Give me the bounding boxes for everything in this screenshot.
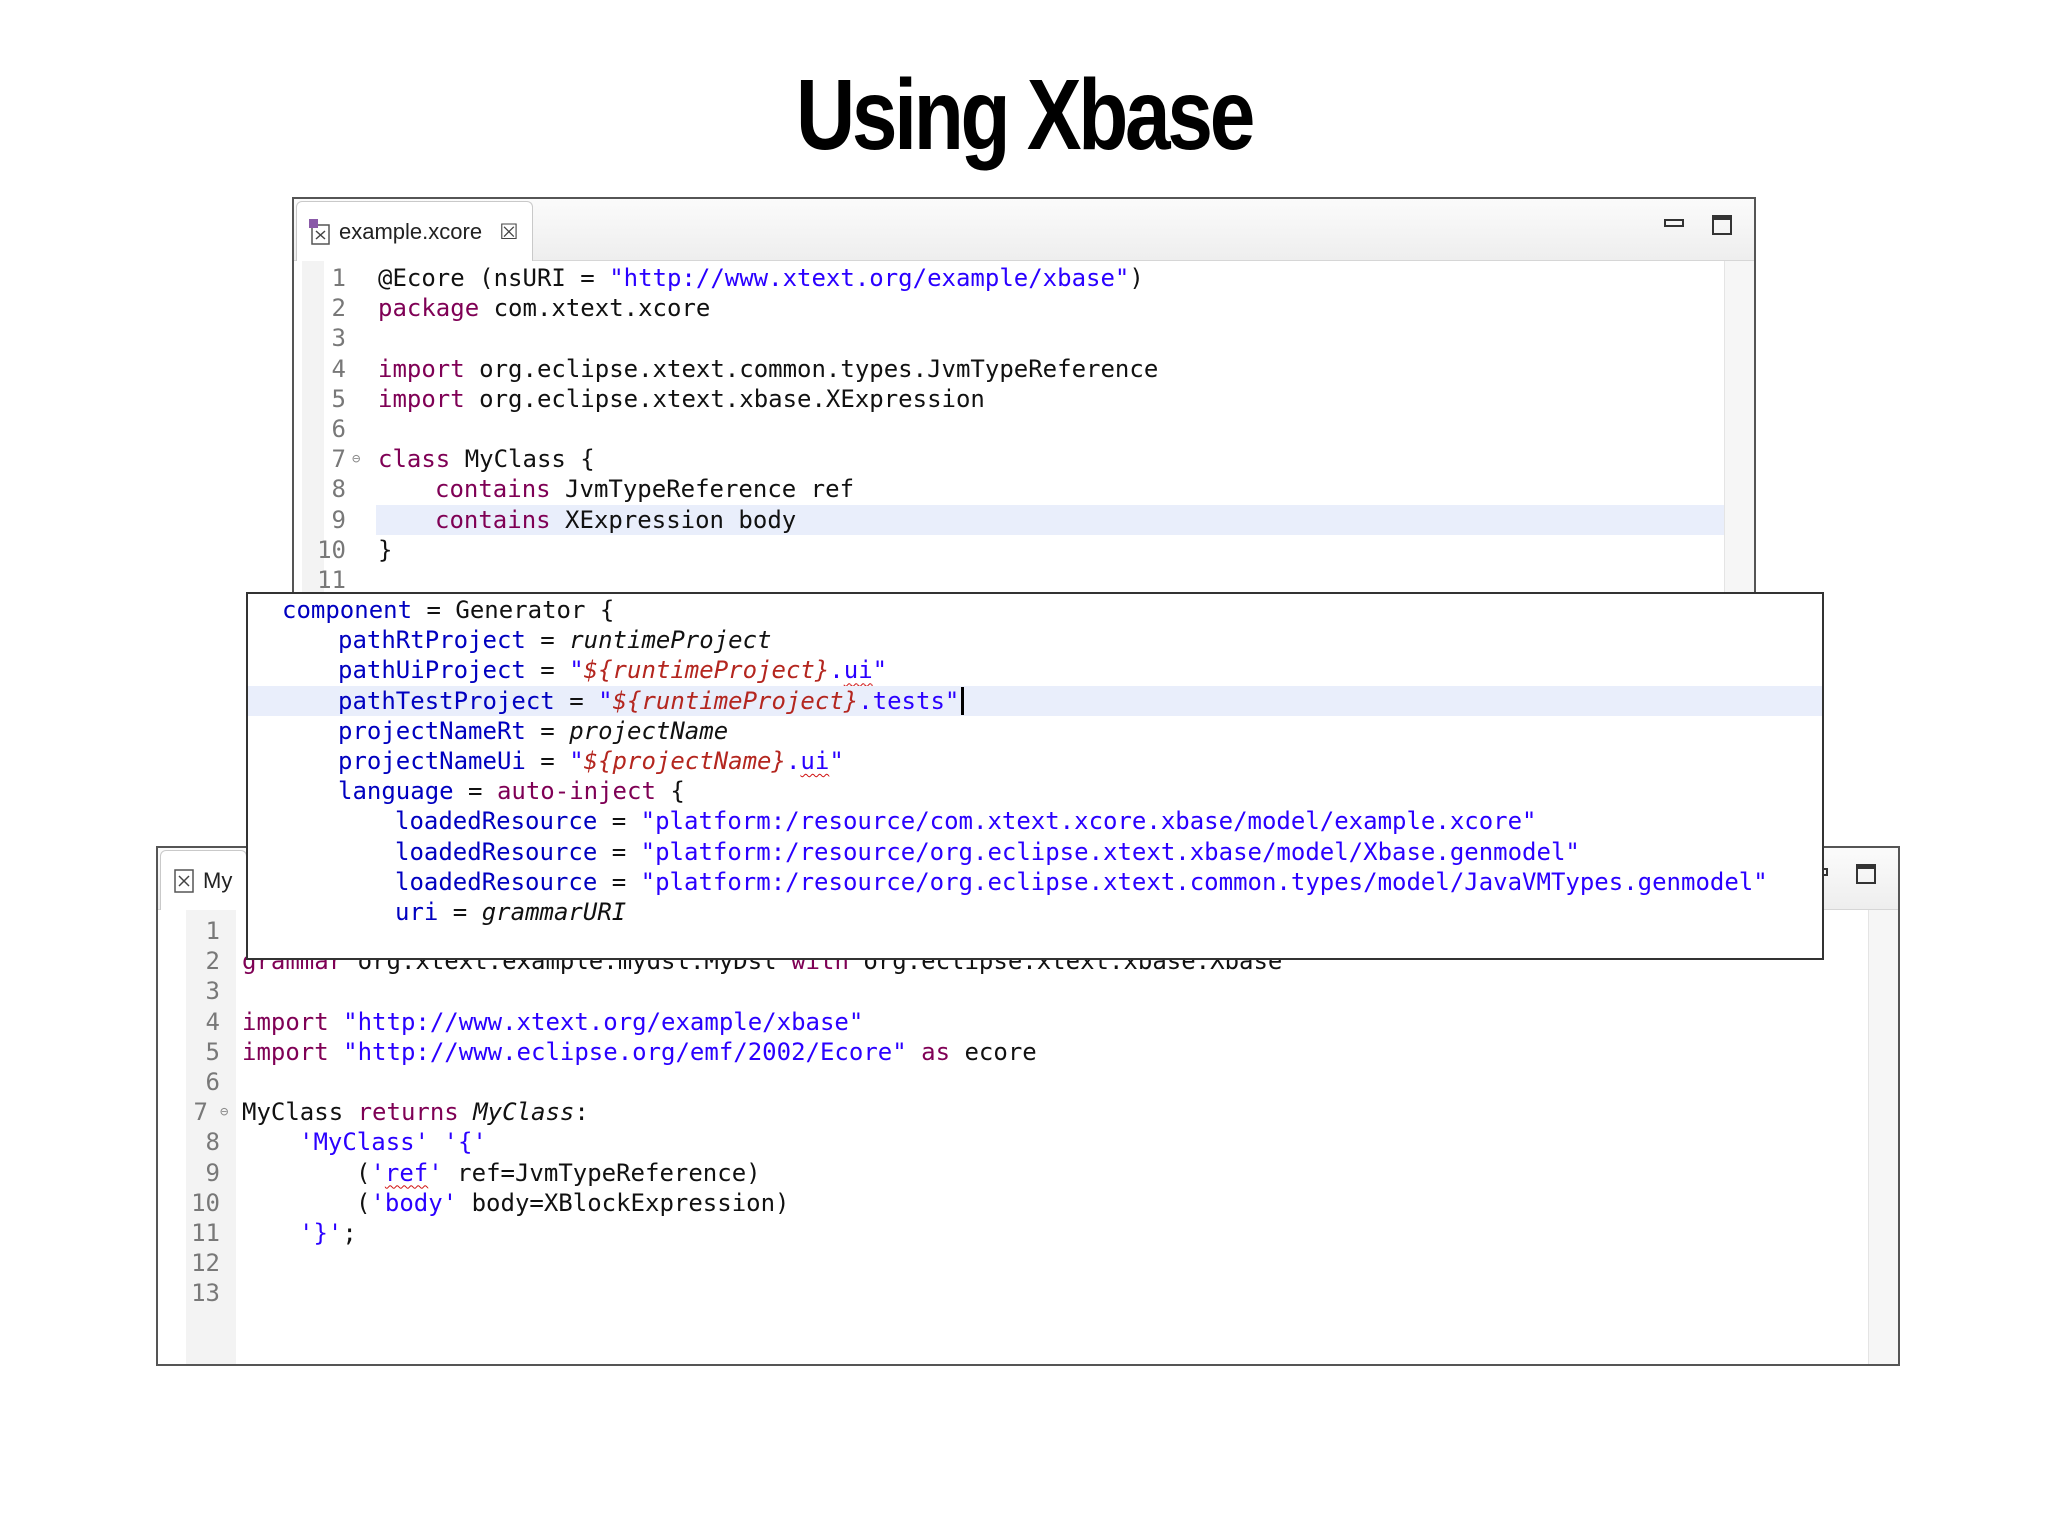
code-line: loadedResource = "platform:/resource/org… [395,837,1580,866]
line-number: 9 [331,505,346,534]
slide-title: Using Xbase [795,59,1255,171]
line-number: 5 [205,1037,220,1066]
line-number: 8 [205,1128,220,1157]
mwe-workflow-editor[interactable]: component = Generator { pathRtProject = … [246,592,1824,960]
code-line: 1 @Ecore (nsURI = "http://www.xtext.org/e… [294,263,1724,293]
spelling-warning: ui [843,656,873,685]
line-number: 1 [205,917,220,945]
line-number: 5 [331,384,346,413]
code-line: 8 contains JvmTypeReference ref [294,474,1724,504]
close-icon[interactable]: ⮽ [500,220,518,243]
line-number: 3 [205,977,220,1006]
code-line: 2 package com.xtext.xcore [294,293,1724,323]
code-line: 13 [158,1278,1868,1308]
xcore-file-icon [309,218,331,245]
tab-example-xcore[interactable]: example.xcore ⮽ [296,201,533,261]
code-line: 11 [294,565,1724,595]
code-line: loadedResource = "platform:/resource/org… [395,867,1768,896]
fold-collapse-icon[interactable]: ⊖ [352,444,360,474]
code-line: 10} [294,535,1724,565]
code-line: 3 [158,976,1868,1006]
code-line: 3 [294,323,1724,353]
line-number: 10 [317,535,346,564]
line-number: 12 [191,1249,220,1278]
line-number: 11 [191,1218,220,1247]
spelling-warning: ref [384,1158,429,1187]
code-line: 12 [158,1248,1868,1278]
text-cursor [961,686,965,715]
line-number: 13 [191,1279,220,1308]
maximize-icon[interactable] [1856,862,1878,884]
xcore-editor[interactable]: example.xcore ⮽ 1 @Ecore (nsURI = "http:/… [292,197,1756,597]
grammar-overview-ruler[interactable] [1868,910,1898,1364]
tab-label: example.xcore [339,218,483,244]
line-number: 2 [331,294,346,323]
code-line: 7 ⊖ class MyClass { [294,444,1724,474]
code-line: 5 import "http://www.eclipse.org/emf/2002… [158,1037,1868,1067]
code-line-current: 9 contains XExpression body [332,504,1724,535]
code-line: pathRtProject = runtimeProject [338,626,772,655]
code-line: pathUiProject = "${runtimeProject}.ui" [338,656,888,685]
xcore-overview-ruler[interactable] [1724,261,1754,595]
window-controls [1664,213,1734,235]
tab-label: My [203,867,233,893]
code-line: language = auto-inject { [338,777,685,806]
spelling-warning: ui [800,746,830,775]
line-number: 9 [205,1158,220,1187]
minimize-icon[interactable] [1664,213,1686,235]
xtext-file-icon [173,868,195,894]
mwe-code[interactable]: component = Generator { pathRtProject = … [248,595,1822,927]
line-number: 6 [331,414,346,443]
code-line: 9 ('ref' ref=JvmTypeReference) [158,1158,1868,1188]
tab-mydsl-xtext[interactable]: My [160,850,248,910]
code-line: projectNameRt = projectName [338,716,729,745]
code-line: 8 'MyClass' '{' [158,1127,1868,1157]
line-number: 10 [191,1188,220,1217]
line-number: 8 [331,475,346,504]
code-line: uri = grammarURI [395,897,627,926]
code-line: 4 import "http://www.xtext.org/example/xb… [158,1007,1868,1037]
xcore-editor-tabbar: example.xcore ⮽ [294,199,1754,261]
maximize-icon[interactable] [1712,213,1734,235]
code-line: loadedResource = "platform:/resource/com… [395,807,1537,836]
line-number: 4 [205,1007,220,1036]
line-number: 7 [331,445,346,474]
code-line: 6 [158,1067,1868,1097]
code-line-current: pathTestProject = "${runtimeProject}.tes… [248,685,1822,716]
code-line: 10 ('body' body=XBlockExpression) [158,1188,1868,1218]
line-number: 1 [331,264,346,292]
code-line: 11 '}'; [158,1218,1868,1248]
line-number: 3 [331,324,346,353]
line-number: 6 [205,1067,220,1096]
fold-collapse-icon[interactable]: ⊖ [220,1097,228,1127]
code-line: 6 [294,414,1724,444]
code-line: 5 import org.eclipse.xtext.xbase.XExpress… [294,384,1724,414]
code-line: 4 import org.eclipse.xtext.common.types.J… [294,354,1724,384]
line-number: 4 [331,354,346,383]
code-line: projectNameUi = "${projectName}.ui" [338,746,844,775]
line-number: 2 [205,947,220,976]
code-line: 7 ⊖ MyClass returns MyClass: [158,1097,1868,1127]
line-number: 7 [193,1098,208,1127]
code-line: component = Generator { [282,596,615,624]
line-number: 11 [317,565,346,594]
grammar-code[interactable]: 1 2 grammar org.xtext.example.mydsl.MyDsl… [158,916,1868,1308]
xcore-code[interactable]: 1 @Ecore (nsURI = "http://www.xtext.org/e… [294,263,1724,595]
